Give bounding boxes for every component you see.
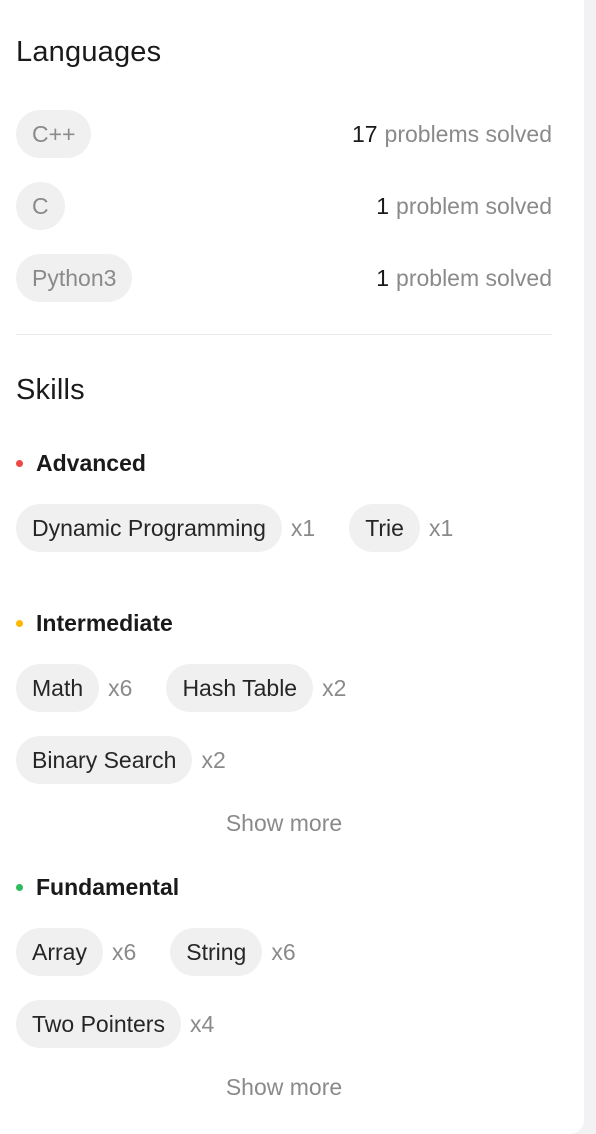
- skill-tag-button[interactable]: String: [170, 928, 263, 976]
- page-background-gutter: [584, 0, 596, 1134]
- intermediate-tags-row-2: Binary Search x2: [16, 736, 260, 784]
- solved-count: 1: [376, 264, 390, 291]
- skill-count: x1: [290, 514, 316, 541]
- skills-title: Skills: [16, 374, 85, 406]
- language-solved-c: 1 problem solved: [376, 193, 552, 220]
- fundamental-dot-icon: [16, 884, 23, 891]
- skill-tag-button[interactable]: Dynamic Programming: [16, 504, 282, 552]
- skill-count: x1: [428, 514, 454, 541]
- skill-tag-string: String x6: [170, 928, 296, 976]
- fundamental-show-more-button[interactable]: Show more: [16, 1074, 552, 1101]
- language-solved-python3: 1 problem solved: [376, 265, 552, 292]
- language-tag-cpp[interactable]: C++: [16, 110, 92, 158]
- solved-suffix: problem solved: [396, 192, 552, 219]
- level-label: Fundamental: [36, 874, 180, 900]
- intermediate-show-more-button[interactable]: Show more: [16, 810, 552, 837]
- solved-suffix: problems solved: [384, 120, 552, 147]
- skill-count: x2: [322, 674, 347, 701]
- skill-count: x4: [189, 1010, 215, 1037]
- language-tag-c[interactable]: C: [16, 182, 65, 230]
- fundamental-tags-row-1: Array x6 String x6: [16, 928, 330, 976]
- skill-tag-button[interactable]: Binary Search: [16, 736, 193, 784]
- language-row-python3: Python3 1 problem solved: [16, 254, 552, 302]
- skill-tag-button[interactable]: Array: [16, 928, 103, 976]
- intermediate-tags-row-1: Math x6 Hash Table x2: [16, 664, 380, 712]
- language-row-c: C 1 problem solved: [16, 182, 552, 230]
- advanced-tags: Dynamic Programming x1 Trie x1: [16, 504, 487, 552]
- solved-suffix: problem solved: [396, 264, 552, 291]
- skill-tag-button[interactable]: Hash Table: [166, 664, 314, 712]
- language-solved-cpp: 17 problems solved: [352, 121, 552, 148]
- languages-title: Languages: [16, 36, 162, 68]
- skill-count: x2: [201, 746, 226, 773]
- skill-tag-button[interactable]: Math: [16, 664, 100, 712]
- solved-count: 1: [376, 192, 390, 219]
- profile-card: Languages C++ 17 problems solved C 1 probl…: [0, 0, 584, 1134]
- fundamental-tags-row-2: Two Pointers x4: [16, 1000, 248, 1048]
- skill-tag-button[interactable]: Two Pointers: [16, 1000, 181, 1048]
- skill-count: x6: [111, 938, 137, 965]
- intermediate-dot-icon: [16, 620, 23, 627]
- advanced-dot-icon: [16, 460, 23, 467]
- skill-count: x6: [271, 938, 296, 965]
- level-advanced: Advanced: [16, 450, 146, 477]
- level-label: Intermediate: [36, 610, 173, 636]
- level-label: Advanced: [36, 450, 146, 476]
- skill-tag-hash-table: Hash Table x2: [166, 664, 346, 712]
- solved-count: 17: [351, 120, 378, 147]
- skill-tag-trie: Trie x1: [349, 504, 453, 552]
- skill-count: x6: [108, 674, 133, 701]
- skill-tag-array: Array x6: [16, 928, 136, 976]
- skill-tag-binary-search: Binary Search x2: [16, 736, 226, 784]
- language-tag-python3[interactable]: Python3: [16, 254, 133, 302]
- skill-tag-math: Math x6: [16, 664, 132, 712]
- level-fundamental: Fundamental: [16, 874, 179, 901]
- skill-tag-button[interactable]: Trie: [349, 504, 420, 552]
- section-divider: [16, 334, 552, 335]
- level-intermediate: Intermediate: [16, 610, 173, 637]
- skill-tag-two-pointers: Two Pointers x4: [16, 1000, 214, 1048]
- skill-tag-dynamic-programming: Dynamic Programming x1: [16, 504, 315, 552]
- language-row-cpp: C++ 17 problems solved: [16, 110, 552, 158]
